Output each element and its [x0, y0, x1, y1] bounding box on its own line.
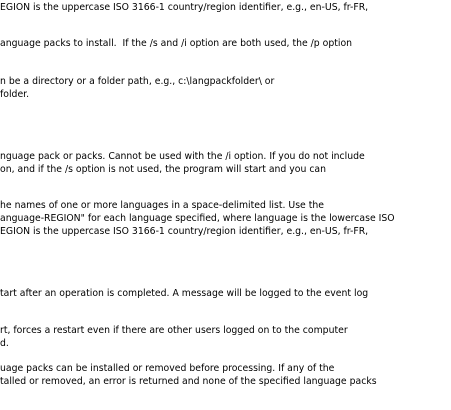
help-line: d.: [0, 338, 9, 349]
help-line: EGION is the uppercase ISO 3166-1 countr…: [0, 2, 369, 13]
help-line: he names of one or more languages in a s…: [0, 200, 324, 211]
help-line: anguage-REGION" for each language specif…: [0, 213, 395, 224]
help-text-pane: EGION is the uppercase ISO 3166-1 countr…: [0, 0, 451, 410]
help-line: talled or removed, an error is returned …: [0, 376, 377, 387]
help-line: uage packs can be installed or removed b…: [0, 363, 335, 374]
help-line: n be a directory or a folder path, e.g.,…: [0, 76, 275, 87]
help-line: EGION is the uppercase ISO 3166-1 countr…: [0, 226, 369, 237]
help-line: rt, forces a restart even if there are o…: [0, 325, 348, 336]
help-line: tart after an operation is completed. A …: [0, 288, 369, 299]
help-line: on, and if the /s option is not used, th…: [0, 164, 327, 175]
help-line: nguage pack or packs. Cannot be used wit…: [0, 151, 365, 162]
help-line: folder.: [0, 89, 30, 100]
help-line: anguage packs to install. If the /s and …: [0, 38, 353, 49]
